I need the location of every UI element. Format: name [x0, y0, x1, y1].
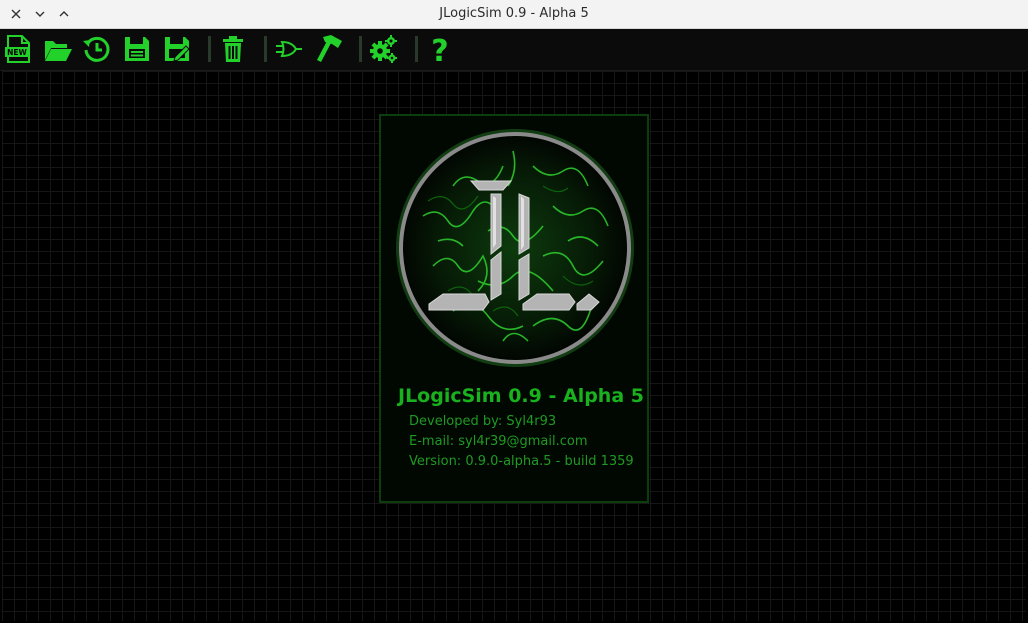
logo-emblem-icon: JL — [393, 126, 634, 367]
help-icon: ? — [431, 34, 448, 64]
save-icon — [125, 37, 149, 61]
settings-button[interactable] — [368, 33, 400, 65]
about-email: E-mail: syl4r39@gmail.com — [409, 434, 588, 449]
help-glyph: ? — [431, 34, 448, 64]
toolbar-separator — [359, 36, 362, 62]
history-icon — [83, 36, 110, 62]
folder-open-icon — [45, 41, 72, 61]
build-button[interactable] — [312, 33, 344, 65]
about-version: Version: 0.9.0-alpha.5 - build 1359 — [409, 454, 634, 469]
gate-button[interactable] — [273, 33, 305, 65]
toolbar-separator — [415, 36, 418, 62]
gears-icon — [370, 35, 397, 63]
toolbar: NEW ? — [0, 29, 1028, 71]
new-file-icon: NEW — [5, 35, 30, 63]
save-button[interactable] — [121, 33, 153, 65]
save-as-button[interactable] — [161, 33, 193, 65]
new-button[interactable]: NEW — [2, 33, 34, 65]
window-title: JLogicSim 0.9 - Alpha 5 — [439, 6, 589, 21]
help-button[interactable]: ? — [424, 33, 456, 65]
hammer-icon — [317, 35, 342, 62]
logo-text: JL — [393, 126, 394, 127]
toolbar-separator — [208, 36, 211, 62]
toolbar-separator — [264, 36, 267, 62]
about-developer: Developed by: Syl4r93 — [409, 414, 557, 429]
recent-button[interactable] — [81, 33, 113, 65]
about-dialog: JL JLogicSim 0.9 - Alpha 5 Developed by:… — [379, 114, 649, 503]
open-button[interactable] — [42, 33, 74, 65]
app-logo: JL — [393, 126, 637, 370]
logic-gate-icon — [276, 40, 302, 58]
trash-icon — [223, 36, 243, 62]
save-as-icon — [165, 37, 190, 62]
about-title: JLogicSim 0.9 - Alpha 5 — [398, 385, 644, 407]
new-badge: NEW — [7, 48, 27, 57]
delete-button[interactable] — [217, 33, 249, 65]
window-titlebar: JLogicSim 0.9 - Alpha 5 — [0, 0, 1028, 29]
